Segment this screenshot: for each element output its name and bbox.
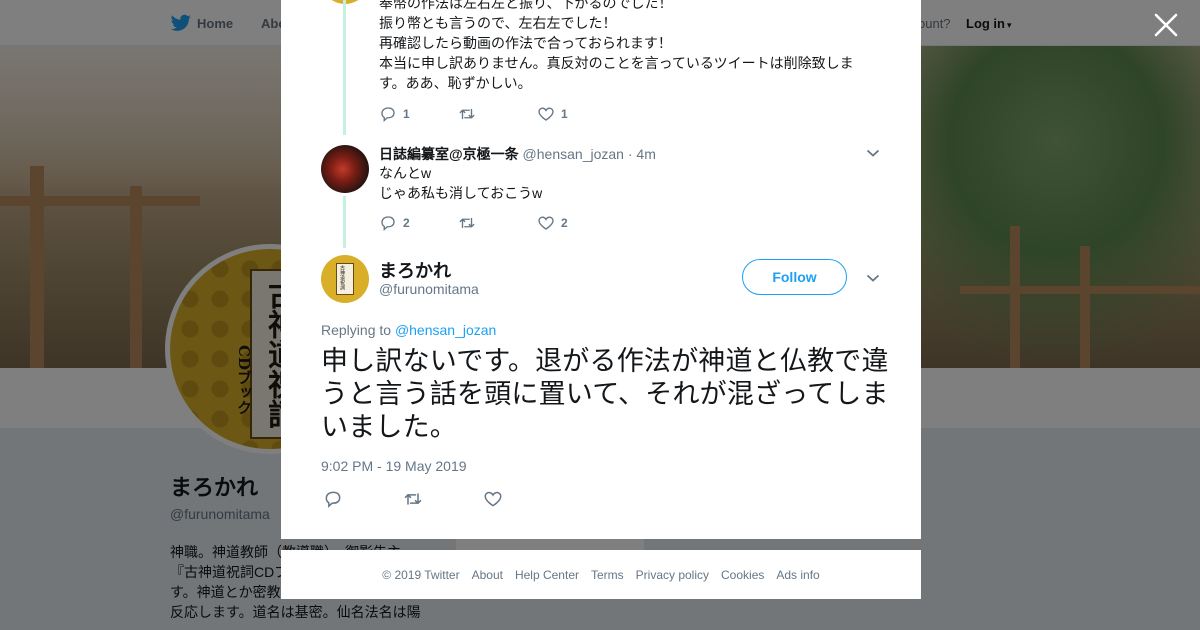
copyright-text: © 2019 Twitter: [382, 567, 460, 582]
footer-link-ads-info[interactable]: Ads info: [776, 568, 819, 582]
second-tweet-line: じゃあ私も消しておこうw: [379, 185, 543, 201]
second-tweet-avatar[interactable]: [321, 145, 369, 193]
reply-count: 1: [403, 107, 410, 121]
footer-link-cookies[interactable]: Cookies: [721, 568, 764, 582]
main-tweet-author-name[interactable]: まろかれ: [379, 257, 451, 283]
footer-link-about[interactable]: About: [472, 568, 503, 582]
first-tweet-actions: 1 1: [379, 104, 616, 124]
like-button[interactable]: 2: [537, 214, 616, 232]
reply-button[interactable]: 1: [379, 105, 458, 123]
first-tweet-line: 本当に申し訳ありません。真反対のことを言っているツイートは削除致しま: [379, 55, 854, 71]
reply-button[interactable]: 2: [379, 214, 458, 232]
like-count: 1: [561, 107, 568, 121]
retweet-icon: [459, 217, 475, 229]
second-tweet-text: なんとw じゃあ私も消しておこうw: [379, 163, 859, 203]
first-tweet-line: 奉幣の作法は左右左と振り、下がるのでした！: [379, 0, 673, 11]
reply-icon: [381, 216, 395, 231]
retweet-button[interactable]: [403, 489, 483, 509]
retweet-icon: [404, 493, 422, 505]
second-tweet-time[interactable]: 4m: [636, 146, 655, 162]
second-tweet-actions: 2 2: [379, 213, 616, 233]
like-count: 2: [561, 216, 568, 230]
heart-icon: [538, 107, 554, 121]
second-tweet-author-handle[interactable]: @hensan_jozan: [523, 146, 624, 162]
thread-connector-line: [343, 196, 346, 248]
tweet-permalink-modal: 奉幣の作法は左右左と振り、下がるのでした！ 振り幣とも言うので、左右左でした！ …: [281, 0, 921, 539]
chevron-down-icon[interactable]: [866, 273, 880, 283]
main-tweet-actions: [323, 489, 563, 509]
main-tweet-avatar[interactable]: 古神道祝詞: [321, 255, 369, 303]
retweet-button[interactable]: [458, 105, 537, 123]
second-tweet-author-name[interactable]: 日誌編纂室@京極一条: [379, 146, 519, 162]
second-tweet-line: なんとw: [379, 165, 432, 181]
replying-to-link[interactable]: @hensan_jozan: [395, 322, 496, 338]
footer-link-terms[interactable]: Terms: [591, 568, 624, 582]
first-tweet-text: 奉幣の作法は左右左と振り、下がるのでした！ 振り幣とも言うので、左右左でした！ …: [379, 0, 859, 93]
replying-to-label: Replying to: [321, 322, 392, 338]
heart-icon: [484, 491, 502, 507]
first-tweet-line: 再確認したら動画の作法で合っておられます！: [379, 35, 672, 51]
follow-button[interactable]: Follow: [742, 259, 847, 295]
heart-icon: [538, 216, 554, 230]
retweet-icon: [459, 108, 475, 120]
modal-footer: © 2019 Twitter About Help Center Terms P…: [281, 550, 921, 599]
footer-link-help-center[interactable]: Help Center: [515, 568, 579, 582]
chevron-down-icon[interactable]: [866, 148, 880, 158]
retweet-button[interactable]: [458, 214, 537, 232]
main-tweet-timestamp[interactable]: 9:02 PM - 19 May 2019: [321, 458, 467, 474]
reply-icon: [381, 107, 395, 122]
second-tweet-header: 日誌編纂室@京極一条 @hensan_jozan · 4m: [379, 144, 656, 164]
reply-button[interactable]: [323, 489, 403, 509]
reply-icon: [325, 491, 341, 508]
first-tweet-line: 振り幣とも言うので、左右左でした！: [379, 15, 617, 31]
main-tweet-text: 申し訳ないです。退がる作法が神道と仏教で違うと言う話を頭に置いて、それが混ざって…: [321, 346, 889, 442]
replying-to-line: Replying to @hensan_jozan: [321, 322, 496, 338]
reply-count: 2: [403, 216, 410, 230]
avatar-title-text: 古神道祝詞: [339, 265, 345, 290]
footer-link-privacy-policy[interactable]: Privacy policy: [636, 568, 709, 582]
like-button[interactable]: 1: [537, 105, 616, 123]
header-separator: ·: [627, 146, 633, 162]
first-tweet-line: す。ああ、恥ずかしい。: [379, 75, 532, 91]
close-icon[interactable]: [1153, 12, 1179, 38]
like-button[interactable]: [483, 489, 563, 509]
main-tweet-author-handle[interactable]: @furunomitama: [379, 281, 479, 297]
thread-connector-line: [343, 0, 346, 135]
